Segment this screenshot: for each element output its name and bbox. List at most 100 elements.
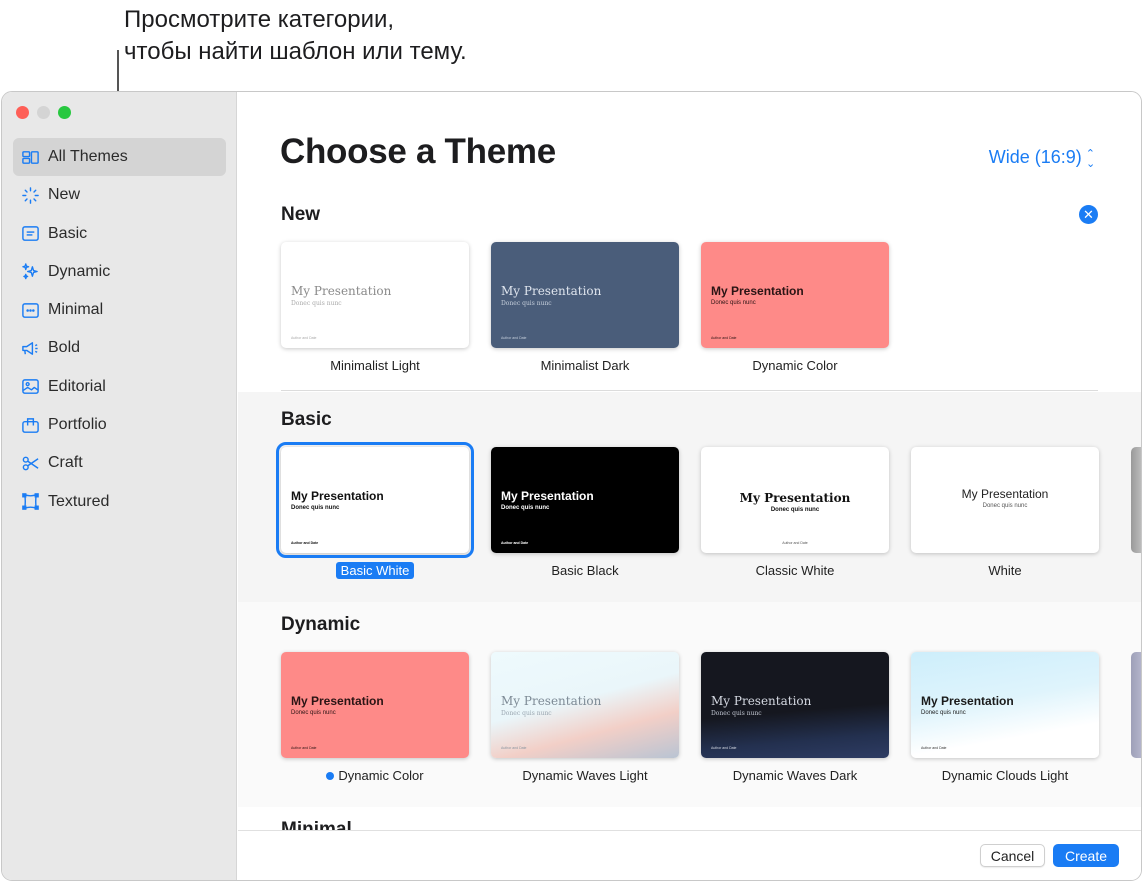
create-button[interactable]: Create <box>1053 844 1119 867</box>
theme-thumbnail: My Presentation Donec quis nunc Author a… <box>276 442 474 558</box>
theme-card-classic-white[interactable]: My Presentation Donec quis nunc Author a… <box>701 447 889 578</box>
theme-card-partial[interactable] <box>1131 447 1141 553</box>
close-window-button[interactable] <box>16 106 29 119</box>
thumb-title: My Presentation <box>501 694 602 708</box>
theme-label: White <box>988 563 1022 578</box>
section-title: Basic <box>281 409 332 430</box>
theme-thumbnail: My Presentation Donec quis nunc Author a… <box>701 652 889 758</box>
theme-card-minimalist-dark[interactable]: My Presentation Donec quis nunc Author a… <box>491 242 679 373</box>
selected-theme-label: Basic White <box>335 562 415 579</box>
sidebar-item-label: New <box>48 186 81 204</box>
theme-label: Classic White <box>755 563 835 578</box>
sidebar-item-bold[interactable]: Bold <box>13 329 226 367</box>
page-title: Choose a Theme <box>280 132 556 171</box>
thumb-subtitle: Donec quis nunc <box>501 710 552 717</box>
section-new: New ✕ My Presentation Donec quis nunc Au… <box>238 192 1141 392</box>
section-title: Minimal <box>281 819 352 830</box>
theme-thumbnail: My Presentation Donec quis nunc Author a… <box>281 242 469 348</box>
section-divider <box>281 390 1098 391</box>
ellipsis-slide-icon <box>20 300 40 320</box>
theme-card-dynamic-waves-dark[interactable]: My Presentation Donec quis nunc Author a… <box>701 652 889 783</box>
sidebar-item-editorial[interactable]: Editorial <box>13 368 226 406</box>
minimize-window-button[interactable] <box>37 106 50 119</box>
sidebar-item-portfolio[interactable]: Portfolio <box>13 406 226 444</box>
sidebar-item-textured[interactable]: Textured <box>13 483 226 521</box>
callout-line-1: Просмотрите категории, <box>124 6 395 33</box>
theme-thumbnail: My Presentation Donec quis nunc Author a… <box>491 652 679 758</box>
thumb-title: My Presentation <box>739 491 851 505</box>
thumb-footer: Author and Date <box>921 746 947 750</box>
theme-card-dynamic-clouds-light[interactable]: My Presentation Donec quis nunc Author a… <box>911 652 1099 783</box>
theme-card-white[interactable]: My Presentation Donec quis nunc White <box>911 447 1099 578</box>
theme-label: Dynamic Color <box>752 358 838 373</box>
thumb-subtitle: Donec quis nunc <box>711 300 756 306</box>
zoom-window-button[interactable] <box>58 106 71 119</box>
callout-annotation: Просмотрите категории, чтобы найти шабло… <box>124 4 467 68</box>
theme-card-partial[interactable] <box>1131 652 1141 758</box>
sidebar-item-label: Minimal <box>48 301 104 319</box>
theme-thumbnail: My Presentation Donec quis nunc Author a… <box>701 447 889 553</box>
close-section-button[interactable]: ✕ <box>1079 205 1098 224</box>
theme-label: Dynamic Color <box>281 768 469 783</box>
slide-size-select[interactable]: Wide (16:9) ⌃ ⌃ <box>989 147 1095 168</box>
theme-card-dynamic-color[interactable]: My Presentation Donec quis nunc Author a… <box>701 242 889 373</box>
thumb-subtitle: Donec quis nunc <box>501 300 552 307</box>
recent-dot-icon <box>326 772 335 780</box>
thumb-subtitle: Donec quis nunc <box>291 300 342 307</box>
thumb-footer: Author and Date <box>501 336 527 340</box>
sidebar-item-label: Dynamic <box>48 262 111 280</box>
thumb-title: My Presentation <box>291 284 392 298</box>
thumb-footer: Author and Date <box>782 541 808 545</box>
thumb-footer: Author and Date <box>291 541 319 545</box>
scissors-icon <box>20 453 40 473</box>
sparkle-burst-icon <box>20 185 40 205</box>
sidebar-item-label: Textured <box>48 492 110 510</box>
thumb-footer: Author and Date <box>501 541 529 545</box>
thumb-title: My Presentation <box>711 284 804 298</box>
briefcase-icon <box>20 415 40 435</box>
window-controls <box>16 106 71 119</box>
sparkles-icon <box>20 262 40 282</box>
theme-card-dynamic-color[interactable]: My Presentation Donec quis nunc Author a… <box>281 652 469 783</box>
theme-card-dynamic-waves-light[interactable]: My Presentation Donec quis nunc Author a… <box>491 652 679 783</box>
chevron-up-down-icon: ⌃ ⌃ <box>1085 147 1095 168</box>
sidebar-item-craft[interactable]: Craft <box>13 444 226 482</box>
sidebar-item-dynamic[interactable]: Dynamic <box>13 253 226 291</box>
sidebar-item-new[interactable]: New <box>13 176 226 214</box>
callout-line-2: чтобы найти шаблон или тему. <box>124 38 467 65</box>
section-title: New <box>281 204 321 225</box>
theme-card-minimalist-light[interactable]: My Presentation Donec quis nunc Author a… <box>281 242 469 373</box>
sidebar-item-basic[interactable]: Basic <box>13 215 226 253</box>
thumb-subtitle: Donec quis nunc <box>501 505 550 511</box>
sidebar-item-label: Editorial <box>48 377 106 395</box>
theme-label: Minimalist Dark <box>540 358 630 373</box>
sidebar-item-minimal[interactable]: Minimal <box>13 291 226 329</box>
theme-thumbnail: My Presentation Donec quis nunc Author a… <box>281 652 469 758</box>
theme-thumbnail: My Presentation Donec quis nunc Author a… <box>911 652 1099 758</box>
thumb-footer: Author and Date <box>711 746 737 750</box>
cancel-button[interactable]: Cancel <box>980 844 1045 867</box>
theme-card-basic-white[interactable]: My Presentation Donec quis nunc Author a… <box>276 442 474 579</box>
theme-thumbnail: My Presentation Donec quis nunc <box>911 447 1099 553</box>
theme-label-text: Dynamic Color <box>338 768 424 783</box>
sidebar-item-all-themes[interactable]: All Themes <box>13 138 226 176</box>
thumb-footer: Author and Date <box>711 336 737 340</box>
theme-card-basic-black[interactable]: My Presentation Donec quis nunc Author a… <box>491 447 679 578</box>
photo-icon <box>20 377 40 397</box>
megaphone-icon <box>20 338 40 358</box>
thumb-footer: Author and Date <box>291 336 317 340</box>
thumb-footer: Author and Date <box>501 746 527 750</box>
thumb-title: My Presentation <box>501 489 594 503</box>
thumb-title: My Presentation <box>291 489 384 503</box>
theme-label: Minimalist Light <box>330 358 420 373</box>
thumb-title: My Presentation <box>711 694 812 708</box>
sidebar-item-label: Basic <box>48 224 88 242</box>
thumb-subtitle: Donec quis nunc <box>770 507 820 513</box>
section-dynamic: Dynamic My Presentation Donec quis nunc … <box>238 602 1141 807</box>
theme-gallery: Choose a Theme Wide (16:9) ⌃ ⌃ New ✕ My P… <box>238 92 1141 830</box>
basic-slide-icon <box>20 224 40 244</box>
theme-label: Dynamic Waves Dark <box>732 768 858 783</box>
slide-size-value: Wide (16:9) <box>988 147 1082 167</box>
sidebar-item-label: Portfolio <box>48 416 107 434</box>
section-minimal: Minimal <box>238 807 1141 830</box>
